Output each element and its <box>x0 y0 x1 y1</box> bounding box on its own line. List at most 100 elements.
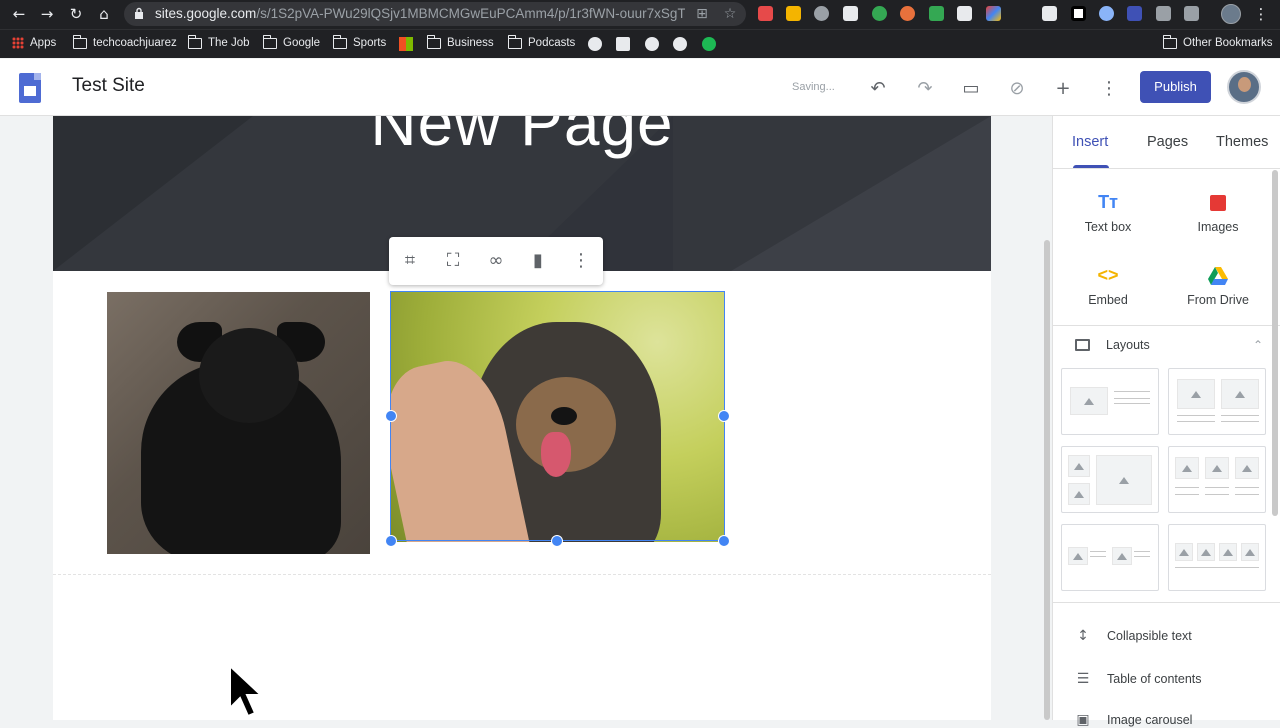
extension-icon[interactable] <box>1099 6 1114 21</box>
microsoft-icon[interactable] <box>399 37 413 51</box>
resize-handle-left[interactable] <box>385 410 397 422</box>
extension-icon[interactable] <box>900 6 915 21</box>
crop-icon[interactable]: ⌗ <box>398 249 422 273</box>
google-sites-logo-icon[interactable] <box>19 73 41 103</box>
other-bookmarks[interactable]: Other Bookmarks <box>1162 34 1272 49</box>
layout-option[interactable] <box>1168 368 1266 435</box>
share-add-person-icon[interactable]: + <box>1051 77 1075 101</box>
profile-avatar[interactable] <box>1221 4 1241 24</box>
extension-icon[interactable] <box>929 6 944 21</box>
insert-from-drive[interactable]: From Drive <box>1163 264 1273 307</box>
extension-icon[interactable] <box>786 6 801 21</box>
menu-icon[interactable]: ⋮ <box>1250 4 1272 24</box>
extension-icon[interactable] <box>1184 6 1199 21</box>
bookmark-folder[interactable]: The Job <box>187 34 250 49</box>
home-icon[interactable]: ⌂ <box>93 4 115 24</box>
tab-themes[interactable]: Themes <box>1216 134 1268 150</box>
more-options-icon[interactable]: ⋮ <box>1097 77 1121 101</box>
bookmark-folder[interactable]: Business <box>426 34 494 49</box>
insert-text-box[interactable]: Tт Text box <box>1053 191 1163 234</box>
layout-option[interactable] <box>1168 524 1266 591</box>
layout-option[interactable] <box>1168 446 1266 513</box>
layouts-icon <box>1075 339 1090 351</box>
bookmark-star-icon[interactable]: ☆ <box>722 6 738 22</box>
folder-icon <box>332 34 347 49</box>
image-black-puppy[interactable] <box>107 292 370 554</box>
extension-icon[interactable] <box>957 6 972 21</box>
reload-icon[interactable]: ↻ <box>65 4 87 24</box>
resize-handle-bottom[interactable] <box>551 535 563 547</box>
sites-app-bar: Test Site Saving... ↶ ↷ ▭ ⊘ + ⋮ Publish <box>0 59 1280 116</box>
spotify-icon[interactable] <box>702 37 716 51</box>
account-avatar[interactable] <box>1227 70 1261 104</box>
extension-icon[interactable] <box>1156 6 1171 21</box>
extension-icon[interactable] <box>986 6 1001 21</box>
globe-icon[interactable] <box>588 37 602 51</box>
chevron-up-icon[interactable]: ⌃ <box>1253 338 1263 352</box>
insert-embed[interactable]: <> Embed <box>1053 264 1163 307</box>
page-canvas[interactable]: New Page ⌗ ⛶ ∞ ▮ ⋮ <box>53 116 991 720</box>
layouts-header[interactable]: Layouts <box>1075 338 1150 352</box>
folder-icon <box>1162 34 1177 49</box>
table-of-contents-icon: ☰ <box>1076 671 1090 687</box>
extension-icon[interactable] <box>814 6 829 21</box>
canvas-scrollbar[interactable] <box>1044 240 1050 720</box>
amazon-icon[interactable] <box>616 37 630 51</box>
extension-icon[interactable] <box>872 6 887 21</box>
extension-icon[interactable] <box>843 6 858 21</box>
resize-handle-bottom-left[interactable] <box>385 535 397 547</box>
save-status: Saving... <box>792 81 835 93</box>
back-icon[interactable]: ← <box>8 4 30 24</box>
bookmark-folder[interactable]: techcoachjuarez <box>72 34 177 49</box>
extension-icon[interactable] <box>758 6 773 21</box>
layout-option[interactable] <box>1061 524 1159 591</box>
image-toolbar: ⌗ ⛶ ∞ ▮ ⋮ <box>389 237 603 285</box>
apps-grid-icon <box>12 37 24 49</box>
image-selection-frame <box>390 291 725 541</box>
insert-collapsible-text[interactable]: ↕ Collapsible text <box>1075 628 1192 644</box>
resize-handle-bottom-right[interactable] <box>718 535 730 547</box>
address-bar[interactable]: sites.google.com/s/1S2pVA-PWu29lQSjv1MBM… <box>124 2 746 26</box>
sidebar-scrollbar[interactable] <box>1272 170 1278 516</box>
page-title[interactable]: New Page <box>53 116 991 160</box>
bookmark-folder[interactable]: Google <box>262 34 320 49</box>
folder-icon <box>507 34 522 49</box>
folder-icon <box>72 34 87 49</box>
site-title[interactable]: Test Site <box>72 75 145 97</box>
tab-insert[interactable]: Insert <box>1072 134 1108 150</box>
lock-icon <box>135 7 143 19</box>
mouse-cursor-icon <box>229 664 264 718</box>
translate-icon[interactable]: ⊞ <box>694 6 710 22</box>
globe-icon[interactable] <box>673 37 687 51</box>
bookmark-folder[interactable]: Sports <box>332 34 386 49</box>
extension-icon[interactable] <box>1127 6 1142 21</box>
preview-devices-icon[interactable]: ▭ <box>959 77 983 101</box>
link-icon[interactable]: ∞ <box>484 249 508 273</box>
fullscreen-icon[interactable]: ⛶ <box>441 249 465 273</box>
publish-button[interactable]: Publish <box>1140 71 1211 103</box>
extension-icon[interactable] <box>1071 6 1086 21</box>
delete-icon[interactable]: ▮ <box>526 249 550 273</box>
insert-table-of-contents[interactable]: ☰ Table of contents <box>1075 671 1202 687</box>
extension-icon[interactable] <box>1042 6 1057 21</box>
insert-image-carousel[interactable]: ▣ Image carousel <box>1075 712 1192 728</box>
insert-images[interactable]: Images <box>1163 191 1273 234</box>
collapsible-text-icon: ↕ <box>1077 628 1089 644</box>
resize-handle-right[interactable] <box>718 410 730 422</box>
link-icon[interactable]: ⊘ <box>1005 77 1029 101</box>
globe-icon[interactable] <box>645 37 659 51</box>
folder-icon <box>426 34 441 49</box>
url-text: sites.google.com/s/1S2pVA-PWu29lQSjv1MBM… <box>155 6 685 21</box>
undo-icon[interactable]: ↶ <box>866 77 890 101</box>
redo-icon[interactable]: ↷ <box>913 77 937 101</box>
tab-pages[interactable]: Pages <box>1147 134 1188 150</box>
image-carousel-icon: ▣ <box>1076 712 1090 728</box>
bookmark-apps[interactable]: Apps <box>12 37 56 49</box>
folder-icon <box>262 34 277 49</box>
bookmark-folder[interactable]: Podcasts <box>507 34 575 49</box>
images-icon <box>1163 191 1273 213</box>
forward-icon[interactable]: → <box>36 4 58 24</box>
layout-option[interactable] <box>1061 446 1159 513</box>
layout-option[interactable] <box>1061 368 1159 435</box>
more-vert-icon[interactable]: ⋮ <box>569 249 593 273</box>
